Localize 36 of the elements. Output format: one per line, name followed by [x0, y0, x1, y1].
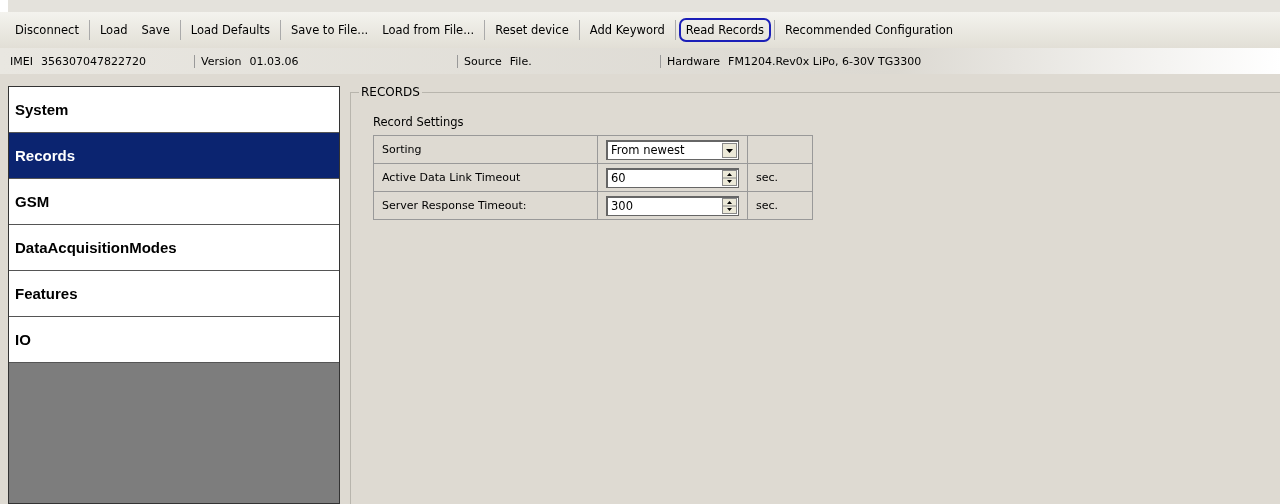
group-title: RECORDS	[359, 85, 422, 99]
info-value: File.	[509, 54, 532, 68]
toolbar-button[interactable]: Read Records	[678, 18, 772, 42]
toolbar-button[interactable]: Load Defaults	[183, 18, 277, 42]
sidebar-item[interactable]: Records	[9, 133, 339, 179]
sidebar-item[interactable]: IO	[9, 317, 339, 363]
spinner-arrows-icon[interactable]	[722, 170, 737, 186]
setting-label: Active Data Link Timeout	[373, 163, 598, 192]
toolbar-button[interactable]: Add Keyword	[582, 18, 672, 42]
unit-label: sec.	[756, 171, 779, 184]
sidebar-item[interactable]: GSM	[9, 179, 339, 225]
toolbar-button[interactable]: Save	[134, 18, 177, 42]
info-value: FM1204.Rev0x LiPo, 6-30V TG3300	[728, 54, 922, 68]
setting-label: Server Response Timeout:	[373, 191, 598, 220]
toolbar-button[interactable]: Save to File...	[284, 18, 376, 42]
info-value: 356307047822720	[40, 54, 146, 68]
dropdown-field[interactable]: From newest	[606, 139, 739, 160]
section-title: Record Settings	[373, 115, 465, 129]
number-field[interactable]: 300	[606, 195, 739, 216]
toolbar-button[interactable]: Reset device	[488, 18, 576, 42]
toolbar-button[interactable]: Recommended Configuration	[778, 18, 961, 42]
toolbar-button[interactable]: Disconnect	[8, 18, 86, 42]
info-label: Source	[464, 54, 502, 68]
sidebar-item[interactable]: DataAcquisitionModes	[9, 225, 339, 271]
info-label: Version	[201, 54, 242, 68]
info-label: IMEI	[10, 54, 33, 68]
info-label: Hardware	[667, 54, 721, 68]
toolbar-button[interactable]: Load	[92, 18, 135, 42]
spinner-arrows-icon[interactable]	[722, 198, 737, 214]
setting-label: Sorting	[373, 135, 598, 164]
unit-label: sec.	[756, 199, 779, 212]
info-value: 01.03.06	[249, 54, 299, 68]
sidebar-item[interactable]: System	[9, 87, 339, 133]
number-field[interactable]: 60	[606, 167, 739, 188]
toolbar-button[interactable]: Load from File...	[375, 18, 482, 42]
sidebar-item[interactable]: Features	[9, 271, 339, 317]
